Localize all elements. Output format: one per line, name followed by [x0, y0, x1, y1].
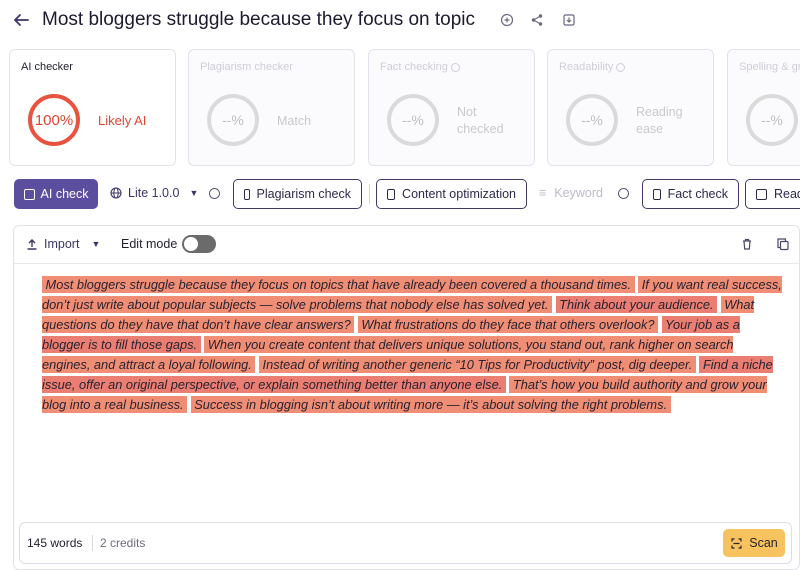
ai-check-button[interactable]: AI check — [14, 179, 98, 209]
card-ai-checker[interactable]: AI checker 100% Likely AI — [9, 49, 176, 166]
card-label: Plagiarism checker — [200, 61, 293, 73]
card-readability[interactable]: Readability --% Reading ease — [547, 49, 714, 166]
checkbox-icon — [756, 188, 767, 200]
title-bar: Most bloggers struggle because they focu… — [0, 0, 800, 42]
score-ring: --% — [746, 94, 798, 146]
editor: Import ▼ Edit mode Most bloggers struggl… — [13, 225, 800, 570]
divider — [92, 535, 93, 551]
model-select[interactable]: Lite 1.0.0 ▼ — [110, 186, 198, 200]
readability-check-label: Read — [774, 187, 800, 201]
chevron-down-icon: ▼ — [189, 188, 199, 198]
card-status: Match — [277, 114, 312, 128]
card-label-text: Fact checking — [380, 61, 448, 73]
plagiarism-check-label: Plagiarism check — [256, 187, 351, 201]
content-optimization-label: Content optimization — [402, 187, 516, 201]
share-icon[interactable] — [530, 13, 544, 27]
keyword-label: Keyword — [554, 186, 603, 200]
card-status: Reading ease — [636, 105, 683, 136]
keyword-option: ≡ Keyword — [539, 186, 603, 200]
divider — [369, 184, 370, 204]
info-icon — [450, 62, 460, 72]
word-count: 145 words — [27, 536, 83, 550]
highlighted-sentence: Think about your audience. — [555, 296, 718, 313]
highlighted-sentence: What frustrations do they face that othe… — [357, 316, 659, 333]
info-icon[interactable] — [618, 188, 629, 199]
upload-icon — [27, 239, 37, 250]
model-label: Lite 1.0.0 — [128, 186, 180, 200]
editor-text[interactable]: Most bloggers struggle because they focu… — [42, 275, 782, 415]
import-button[interactable]: Import ▼ — [26, 237, 100, 251]
chevron-down-icon: ▼ — [91, 239, 101, 249]
highlighted-sentence: Instead of writing another generic “10 T… — [258, 356, 696, 373]
score-ring: 100% — [28, 94, 80, 146]
score-ring: --% — [207, 94, 259, 146]
highlighted-sentence: Success in blogging isn’t about writing … — [190, 396, 671, 413]
fact-check-button[interactable]: Fact check — [642, 179, 739, 209]
editor-footer: 145 words 2 credits Scan — [19, 522, 792, 564]
score-ring: --% — [566, 94, 618, 146]
info-icon[interactable] — [209, 188, 220, 199]
add-circle-icon[interactable] — [500, 13, 514, 27]
card-label: Readability — [559, 61, 626, 73]
card-label: AI checker — [21, 61, 73, 73]
score-ring: --% — [387, 94, 439, 146]
checker-cards: AI checker 100% Likely AI Plagiarism che… — [0, 48, 800, 168]
fact-check-label: Fact check — [667, 187, 728, 201]
card-label-text: Readability — [559, 61, 614, 73]
keyword-icon: ≡ — [539, 186, 547, 200]
content-optimization-button[interactable]: Content optimization — [376, 179, 527, 209]
card-status: Likely AI — [98, 113, 147, 128]
import-label: Import — [44, 237, 80, 251]
card-plagiarism-checker[interactable]: Plagiarism checker --% Match — [188, 49, 355, 166]
back-arrow-icon[interactable] — [12, 11, 30, 29]
card-label: Spelling & gr — [739, 61, 800, 73]
edit-mode-toggle[interactable] — [182, 235, 216, 253]
ai-check-label: AI check — [40, 187, 89, 201]
card-label: Fact checking — [380, 61, 460, 73]
scan-icon — [731, 537, 742, 549]
trash-icon[interactable] — [740, 237, 754, 251]
checkbox-icon — [387, 188, 396, 200]
checkbox-icon — [244, 188, 250, 200]
plagiarism-check-button[interactable]: Plagiarism check — [233, 179, 362, 209]
info-icon — [616, 62, 626, 72]
editor-toolbar: Import ▼ Edit mode — [14, 226, 799, 264]
tool-row: AI check Lite 1.0.0 ▼ Plagiarism check C… — [0, 178, 800, 210]
highlighted-sentence: Most bloggers struggle because they focu… — [42, 276, 635, 293]
scan-button[interactable]: Scan — [723, 529, 785, 557]
credits-count: 2 credits — [100, 536, 146, 550]
card-fact-checking[interactable]: Fact checking --% Not checked — [368, 49, 535, 166]
readability-check-button[interactable]: Read — [745, 179, 800, 209]
card-status: Not checked — [457, 105, 504, 136]
edit-mode-label: Edit mode — [121, 237, 178, 251]
checkbox-checked-icon — [23, 188, 35, 200]
download-icon[interactable] — [562, 13, 576, 27]
globe-icon — [110, 187, 122, 199]
page-title: Most bloggers struggle because they focu… — [42, 9, 476, 30]
copy-icon[interactable] — [776, 237, 790, 251]
checkbox-icon — [653, 188, 661, 200]
scan-label: Scan — [749, 536, 778, 550]
card-spelling-grammar[interactable]: Spelling & gr --% — [727, 49, 800, 166]
